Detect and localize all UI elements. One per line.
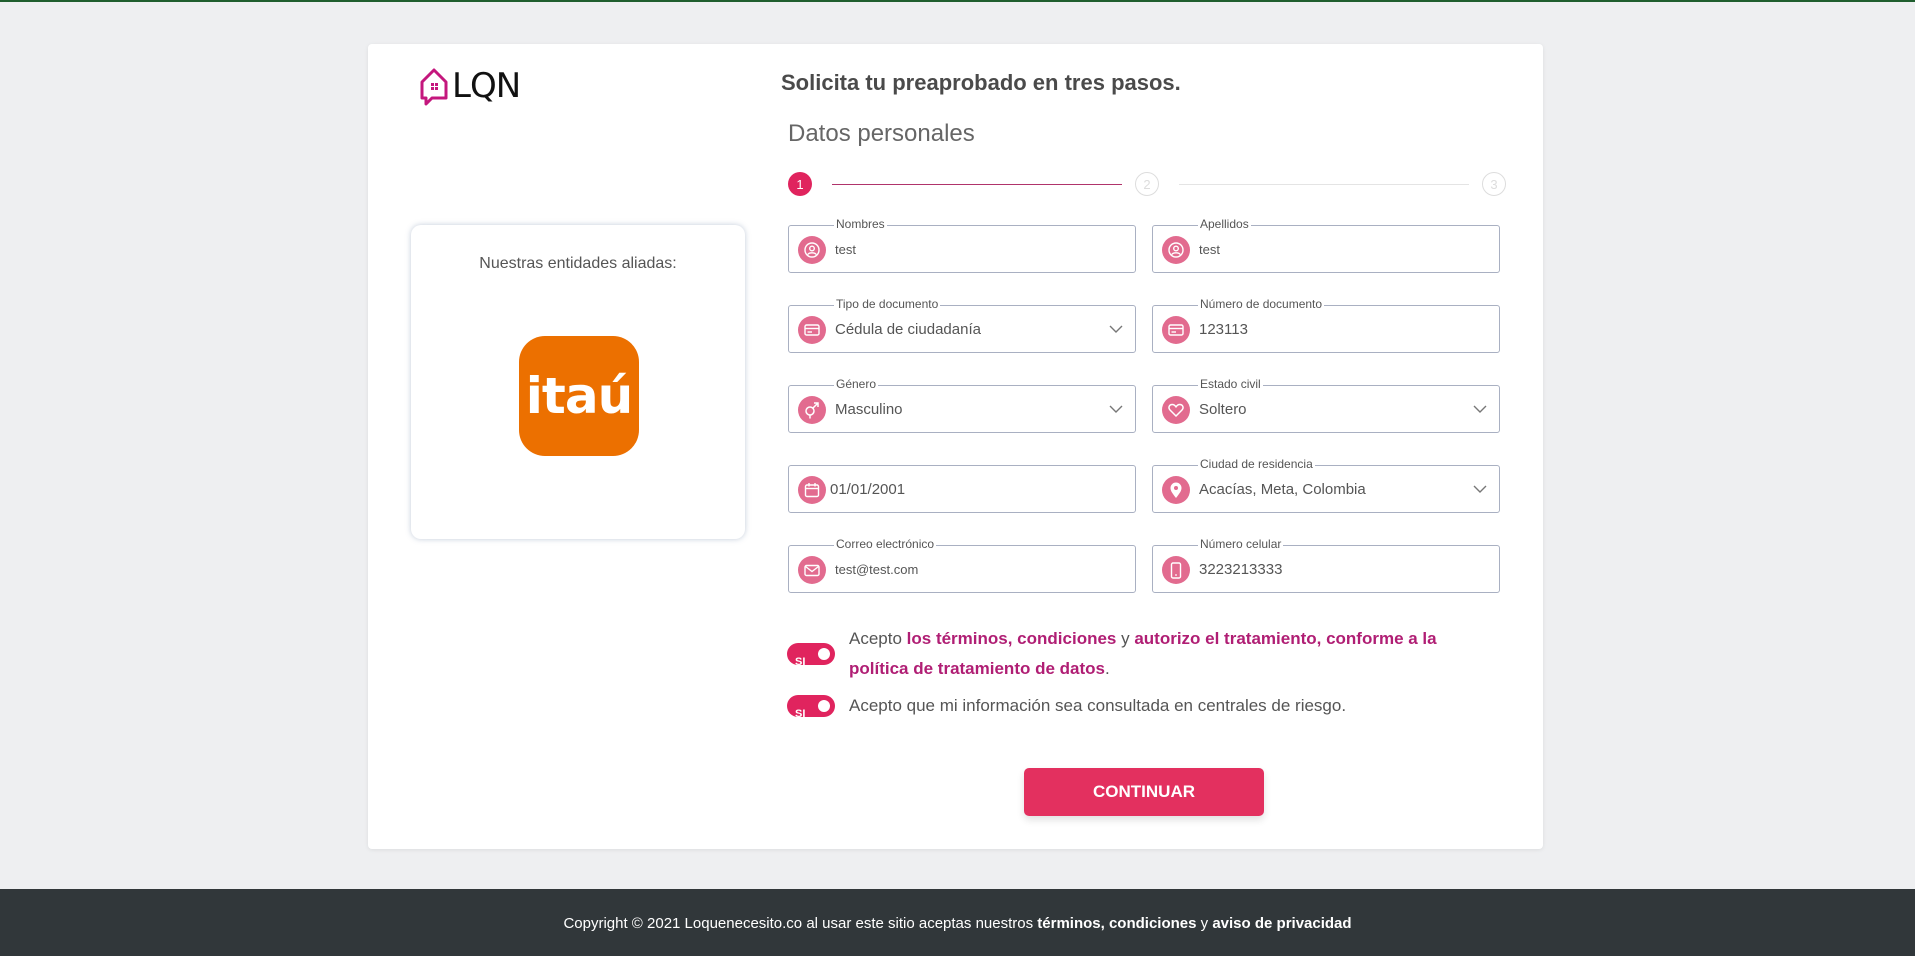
footer-text: Copyright © 2021 Loquenecesito.co al usa… [563, 915, 1351, 932]
tipo-documento-value: Cédula de ciudadanía [835, 321, 981, 338]
genero-value: Masculino [835, 401, 903, 418]
toggle-knob [818, 700, 830, 712]
section-title: Datos personales [788, 120, 975, 147]
brand-logo[interactable]: LQN [418, 66, 521, 106]
allies-title: Nuestras entidades aliadas: [479, 255, 677, 272]
fecha-nacimiento-input[interactable]: 01/01/2001 [830, 481, 905, 498]
itau-logo-text: itaú [525, 367, 633, 425]
terms-link[interactable]: los términos, condiciones [907, 629, 1117, 648]
nombres-label: Nombres [834, 217, 887, 231]
nombres-input[interactable]: test [835, 242, 856, 257]
terms-prefix: Acepto [849, 629, 907, 648]
correo-label: Correo electrónico [834, 537, 937, 551]
nombres-field[interactable]: Nombres test [788, 217, 1136, 273]
heart-icon [1162, 396, 1190, 424]
numero-documento-field[interactable]: Número de documento 123113 [1152, 297, 1500, 353]
house-logo-icon [420, 68, 448, 106]
genero-label: Género [834, 377, 879, 391]
chevron-down-icon [1473, 405, 1487, 413]
mail-icon [798, 556, 826, 584]
user-circle-icon [1162, 236, 1190, 264]
page-headline: Solicita tu preaprobado en tres pasos. [781, 70, 1181, 95]
risk-text: Acepto que mi información sea consultada… [849, 696, 1347, 715]
phone-icon [1162, 556, 1190, 584]
stepper: 1 2 3 [788, 172, 1533, 198]
toggle-knob [818, 648, 830, 660]
chevron-down-icon [1109, 325, 1123, 333]
allies-panel: Nuestras entidades aliadas: itaú [411, 225, 745, 539]
numero-documento-input[interactable]: 123113 [1199, 321, 1248, 338]
genero-select[interactable]: Género Masculino [788, 377, 1136, 433]
itau-logo: itaú [519, 336, 639, 456]
continue-button[interactable]: CONTINUAR [1024, 768, 1264, 816]
step-3: 3 [1482, 172, 1506, 196]
id-card-icon [798, 316, 826, 344]
gender-icon [798, 396, 826, 424]
terms-mid: y [1116, 629, 1135, 648]
apellidos-field[interactable]: Apellidos test [1152, 217, 1500, 273]
form-card: LQN Nuestras entidades aliadas: itaú Sol… [368, 44, 1543, 849]
footer-privacy-link[interactable]: aviso de privacidad [1212, 915, 1351, 932]
footer-prefix: Copyright © 2021 Loquenecesito.co al usa… [563, 915, 1038, 932]
risk-toggle-label: SI [795, 708, 806, 720]
correo-field[interactable]: Correo electrónico test@test.com [788, 537, 1136, 593]
estado-civil-select[interactable]: Estado civil Soltero [1152, 377, 1500, 433]
ciudad-select[interactable]: Ciudad de residencia Acacías, Meta, Colo… [1152, 457, 1500, 513]
apellidos-input[interactable]: test [1199, 242, 1220, 257]
apellidos-label: Apellidos [1198, 217, 1251, 231]
terms-consent: SI Acepto los términos, condiciones y au… [787, 624, 1527, 688]
celular-label: Número celular [1198, 537, 1284, 551]
footer-terms-link[interactable]: términos, condiciones [1037, 915, 1196, 932]
terms-toggle-label: SI [795, 656, 806, 668]
id-card-icon [1162, 316, 1190, 344]
celular-input[interactable]: 3223213333 [1199, 561, 1282, 578]
estado-civil-label: Estado civil [1198, 377, 1263, 391]
step-2: 2 [1135, 172, 1159, 196]
chevron-down-icon [1109, 405, 1123, 413]
terms-text: Acepto los términos, condiciones y autor… [849, 624, 1499, 684]
step-line-idle [1179, 184, 1469, 185]
calendar-icon [798, 476, 826, 504]
numero-documento-label: Número de documento [1198, 297, 1325, 311]
fecha-nacimiento-field[interactable]: 01/01/2001 [788, 465, 1136, 513]
footer: Copyright © 2021 Loquenecesito.co al usa… [0, 889, 1915, 956]
correo-input[interactable]: test@test.com [835, 562, 918, 577]
tipo-documento-label: Tipo de documento [834, 297, 941, 311]
estado-civil-value: Soltero [1199, 401, 1247, 418]
chevron-down-icon [1473, 485, 1487, 493]
risk-toggle[interactable]: SI [787, 695, 835, 720]
celular-field[interactable]: Número celular 3223213333 [1152, 537, 1500, 593]
ciudad-value: Acacías, Meta, Colombia [1199, 481, 1366, 498]
ciudad-label: Ciudad de residencia [1198, 457, 1315, 471]
brand-name: LQN [452, 66, 521, 106]
step-1: 1 [788, 172, 812, 196]
step-line-active [832, 184, 1122, 185]
user-circle-icon [798, 236, 826, 264]
tipo-documento-select[interactable]: Tipo de documento Cédula de ciudadanía [788, 297, 1136, 353]
risk-consent: SI Acepto que mi información sea consult… [787, 691, 1527, 723]
terms-toggle[interactable]: SI [787, 643, 835, 668]
terms-suffix: . [1105, 659, 1110, 678]
footer-mid: y [1196, 915, 1213, 932]
map-pin-icon [1162, 476, 1190, 504]
